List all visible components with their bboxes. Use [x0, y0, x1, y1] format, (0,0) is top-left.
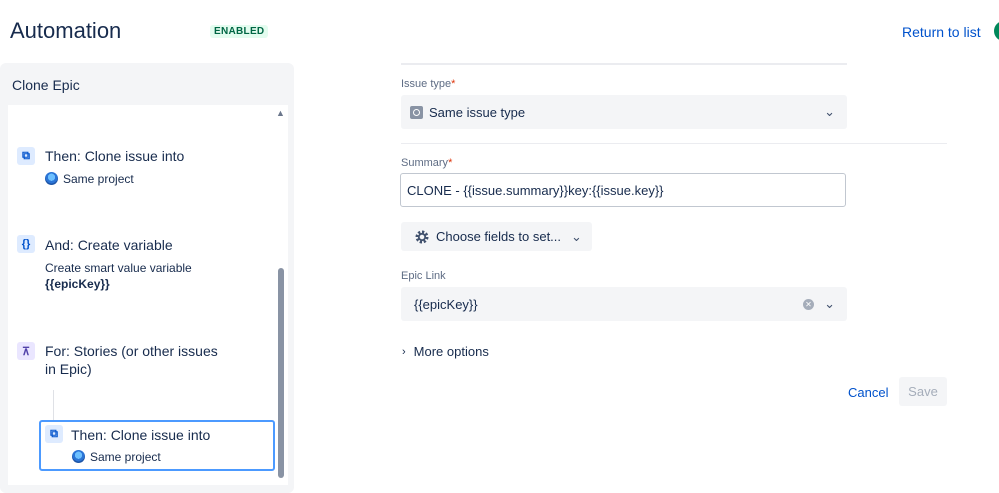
more-options-toggle[interactable]: › More options	[402, 344, 489, 359]
status-badge: ENABLED	[210, 25, 269, 38]
issue-type-icon	[410, 105, 423, 119]
project-icon	[45, 172, 58, 185]
chevron-down-icon[interactable]: ⌄	[824, 296, 835, 312]
branch-connector	[53, 390, 54, 420]
avatar[interactable]	[994, 21, 999, 41]
epic-link-label: Epic Link	[401, 270, 446, 282]
chevron-down-icon: ⌄	[824, 104, 835, 119]
step-title[interactable]: For: Stories (or other issues	[45, 343, 218, 359]
section-divider	[401, 143, 947, 144]
branch-icon: ⊼	[17, 342, 35, 360]
required-mark: *	[448, 157, 453, 169]
cancel-button[interactable]: Cancel	[848, 385, 888, 400]
chevron-right-icon: ›	[402, 345, 406, 358]
section-divider	[401, 63, 847, 65]
clear-icon[interactable]: ✕	[803, 298, 814, 310]
scroll-up-arrow-icon[interactable]: ▲	[276, 108, 285, 118]
page-title: Automation	[10, 18, 122, 43]
epic-link-value: {{epicKey}}	[414, 296, 478, 312]
choose-fields-button[interactable]: Choose fields to set... ⌄	[401, 222, 592, 251]
gear-icon	[415, 230, 429, 243]
summary-label-text: Summary	[401, 157, 449, 169]
epic-link-select[interactable]: {{epicKey}} ✕ ⌄	[401, 287, 847, 321]
clone-icon: ⧉	[17, 147, 35, 165]
summary-input[interactable]: CLONE - {{issue.summary}}key:{{issue.key…	[400, 173, 846, 207]
issue-type-label: Issue type*	[401, 78, 455, 90]
save-button[interactable]: Save	[899, 377, 947, 406]
step-project: Same project	[90, 450, 161, 464]
summary-label: Summary*	[401, 157, 452, 169]
issue-type-value: Same issue type	[429, 104, 526, 120]
issue-type-select[interactable]: Same issue type ⌄	[401, 95, 847, 129]
project-icon	[72, 450, 85, 463]
choose-fields-label: Choose fields to set...	[436, 229, 562, 244]
step-variable: {{epicKey}}	[45, 277, 110, 291]
chevron-down-icon: ⌄	[571, 228, 582, 244]
step-description: Create smart value variable	[45, 261, 192, 275]
clone-icon: ⧉	[45, 425, 63, 443]
step-title-continued: in Epic)	[45, 361, 92, 377]
rule-name: Clone Epic	[12, 77, 80, 93]
scrollbar-thumb[interactable]	[278, 268, 284, 478]
step-title[interactable]: And: Create variable	[45, 237, 173, 253]
return-to-list-link[interactable]: Return to list	[902, 24, 981, 40]
step-project: Same project	[63, 172, 134, 186]
required-mark: *	[451, 78, 456, 90]
step-title: Then: Clone issue into	[71, 427, 211, 443]
variable-braces-icon: {}	[17, 235, 35, 253]
more-options-label: More options	[413, 344, 489, 359]
issue-type-label-text: Issue type	[401, 78, 452, 90]
step-title[interactable]: Then: Clone issue into	[45, 148, 184, 164]
